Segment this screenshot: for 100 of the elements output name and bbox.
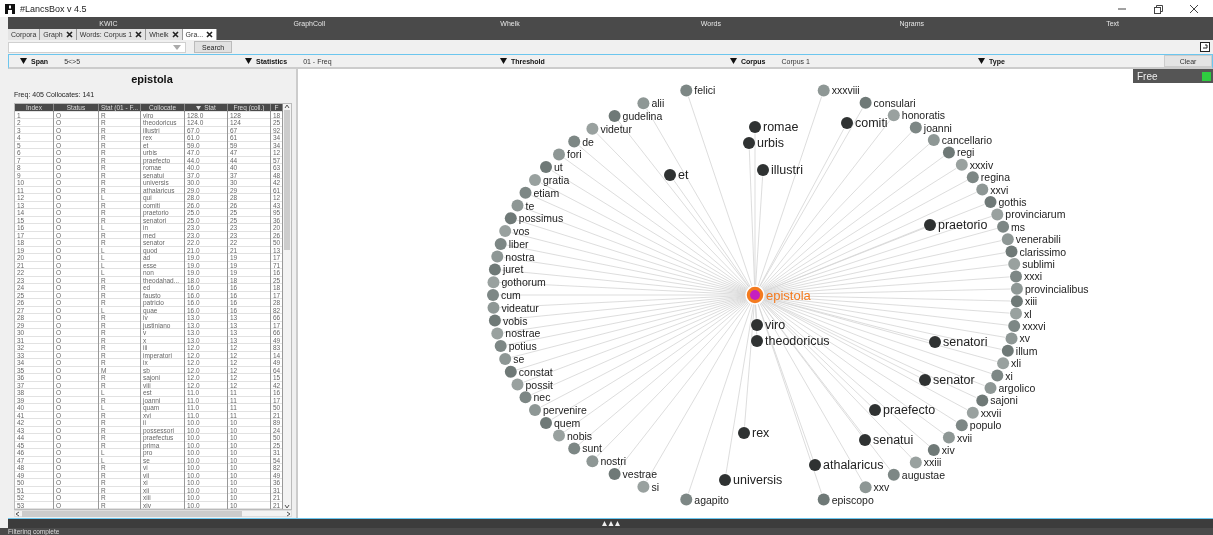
node-dot xyxy=(540,416,552,429)
node-label: xxxiv xyxy=(969,158,994,171)
node-label: sublimi xyxy=(1022,258,1055,270)
close-icon[interactable] xyxy=(171,31,179,38)
node-dot xyxy=(817,493,830,506)
scrollbar-thumb[interactable] xyxy=(284,110,290,250)
dropdown-field[interactable] xyxy=(8,41,186,53)
node-label: honoratis xyxy=(901,109,945,122)
node-label: xxxvi xyxy=(1022,320,1046,332)
node-label: xvii xyxy=(956,431,973,444)
caret-icon xyxy=(20,58,27,64)
node-label: gothorum xyxy=(501,276,546,289)
node-label: xiv xyxy=(941,444,955,456)
sort-caret-icon xyxy=(196,105,202,110)
window-title: #LancsBox v 4.5 xyxy=(20,3,87,14)
node-label: te xyxy=(525,199,535,212)
close-icon[interactable] xyxy=(206,31,214,38)
node-dot xyxy=(809,459,821,471)
node-dot xyxy=(680,84,693,97)
node-dot xyxy=(976,394,989,407)
node-label: xi xyxy=(1005,369,1013,382)
node-label: clarissimo xyxy=(1019,245,1067,258)
node-label: praefecto xyxy=(883,403,936,417)
node-dot xyxy=(487,289,499,301)
node-dot xyxy=(976,183,989,196)
focus-node-label: epistola xyxy=(766,288,811,303)
export-icon[interactable] xyxy=(1200,42,1210,52)
close-icon[interactable] xyxy=(135,31,143,38)
node-dot xyxy=(664,169,676,181)
node-label: cum xyxy=(501,289,521,301)
node-label: pervenire xyxy=(543,404,587,417)
chevron-down-icon[interactable] xyxy=(284,504,290,509)
node-dot xyxy=(859,481,872,494)
restore-icon[interactable] xyxy=(1153,3,1163,14)
node-dot xyxy=(997,220,1010,233)
caret-icon xyxy=(730,58,737,64)
horizontal-scrollbar[interactable] xyxy=(14,510,292,517)
node-dot xyxy=(637,480,650,493)
node-dot xyxy=(511,378,524,391)
node-label: senatui xyxy=(873,433,914,447)
chevron-up-icon[interactable] xyxy=(284,104,290,109)
node-label: xl xyxy=(1024,307,1032,320)
node-dot xyxy=(929,336,941,348)
node-label: provinciarum xyxy=(1005,208,1066,221)
close-icon[interactable] xyxy=(65,31,73,38)
node-label: xxxviii xyxy=(831,84,860,97)
caret-icon xyxy=(978,58,985,64)
node-dot xyxy=(719,474,731,486)
node-title: epistola xyxy=(130,73,174,86)
node-dot xyxy=(568,442,581,455)
node-dot xyxy=(738,427,750,439)
chevron-left-icon[interactable] xyxy=(15,510,20,517)
node-dot xyxy=(942,431,955,444)
node-dot xyxy=(869,404,881,416)
node-label: rex xyxy=(752,426,770,440)
node-dot xyxy=(924,219,936,231)
node-label: theodoricus xyxy=(765,334,830,348)
caret-icon xyxy=(173,44,181,50)
node-label: xxv xyxy=(873,481,890,494)
triangles-icon[interactable] xyxy=(601,521,620,526)
node-dot xyxy=(859,96,872,109)
node-dot xyxy=(553,148,565,161)
node-dot xyxy=(757,164,769,176)
node-label: senator xyxy=(933,373,975,387)
node-label: de xyxy=(582,135,594,148)
node-dot xyxy=(488,314,501,327)
chevron-right-icon[interactable] xyxy=(286,510,291,517)
node-dot xyxy=(608,468,621,480)
node-dot xyxy=(586,122,599,135)
node-label: senatori xyxy=(943,335,988,349)
node-label: constat xyxy=(518,365,553,378)
node-label: comiti xyxy=(855,116,888,130)
node-label: videtur xyxy=(600,122,632,135)
node-label: praetorio xyxy=(938,218,988,232)
node-dot xyxy=(1001,344,1014,357)
node-dot xyxy=(817,84,830,97)
node-label: juret xyxy=(502,263,524,276)
scrollbar-thumb[interactable] xyxy=(22,510,242,517)
close-icon[interactable] xyxy=(1189,3,1199,14)
node-dot xyxy=(955,419,968,432)
node-dot xyxy=(529,404,541,417)
vertical-scrollbar[interactable] xyxy=(283,104,291,509)
node-label: gudelina xyxy=(622,110,663,122)
node-dot xyxy=(984,196,997,208)
node-label: sunt xyxy=(582,442,603,455)
node-dot xyxy=(494,237,507,250)
node-dot xyxy=(494,340,507,353)
splitter-bar[interactable] xyxy=(8,518,1213,528)
node-dot xyxy=(1008,258,1021,270)
node-label: cancellario xyxy=(941,134,992,146)
node-dot xyxy=(519,391,532,404)
node-label: possimus xyxy=(518,212,564,225)
node-dot xyxy=(909,456,922,469)
node-label: se xyxy=(513,352,525,365)
node-dot xyxy=(927,134,940,146)
node-dot xyxy=(991,208,1004,221)
free-toggle[interactable]: Free xyxy=(1133,69,1213,83)
node-label: romae xyxy=(763,120,799,134)
node-label: ut xyxy=(554,161,563,174)
node-label: viro xyxy=(765,318,786,332)
